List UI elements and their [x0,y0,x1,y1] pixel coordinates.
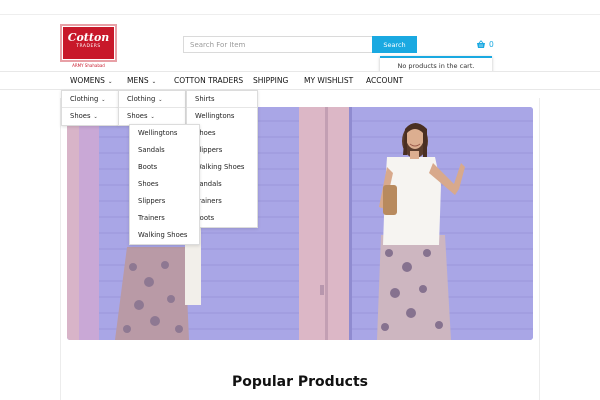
nav-item-womens[interactable]: WOMENS ⌄ [70,72,113,90]
menu-item-label: Clothing [70,95,99,103]
nav-item-account[interactable]: ACCOUNT [366,72,403,90]
cart-empty-message: No products in the cart. [397,62,475,70]
search-input[interactable] [183,36,373,53]
womens-dropdown-menu: Clothing ⌄ Shoes ⌄ [61,90,119,126]
chevron-down-icon: ⌄ [93,114,98,120]
menu-item-slippers[interactable]: Slippers [130,193,199,210]
nav-item-label: SHIPPING [253,76,289,85]
menu-item-mens-clothing[interactable]: Clothing ⌄ [119,91,185,108]
cart-count: 0 [489,39,494,49]
logo-brand-text: Cotton [67,31,110,44]
nav-item-label: COTTON TRADERS [174,76,244,85]
chevron-down-icon: ⌄ [107,79,113,85]
chevron-down-icon: ⌄ [158,97,163,103]
logo-caption: ARMY Shahabad [72,63,105,68]
menu-item-sandals[interactable]: Sandals [130,142,199,159]
chevron-down-icon: ⌄ [101,97,106,103]
shopping-basket-icon [477,39,485,48]
search-button[interactable]: Search [372,36,417,53]
nav-item-mens[interactable]: MENS ⌄ [127,72,156,90]
nav-item-label: ACCOUNT [366,76,404,85]
menu-item-label: Shoes [70,112,91,120]
nav-item-cotton-traders[interactable]: COTTON TRADERS [174,72,243,90]
top-bar [0,0,600,15]
menu-item-shoes[interactable]: Shoes [130,176,199,193]
nav-item-label: WOMENS [70,76,105,85]
menu-item-mens-shoes[interactable]: Shoes ⌄ [119,108,185,125]
menu-item-wellingtons[interactable]: Wellingtons [187,108,257,125]
logo-sub-text: TRADERS [76,44,101,49]
shoes-submenu: Wellingtons Sandals Boots Shoes Slippers… [129,124,200,245]
menu-item-trainers[interactable]: Trainers [130,210,199,227]
chevron-down-icon: ⌄ [150,114,155,120]
menu-item-label: Shoes [127,112,148,120]
page: Cotton TRADERS ARMY Shahabad Search 0 No… [0,0,600,400]
nav-item-shipping[interactable]: SHIPPING [253,72,288,90]
site-logo[interactable]: Cotton TRADERS [60,24,117,62]
menu-item-boots[interactable]: Boots [130,159,199,176]
menu-item-label: Clothing [127,95,156,103]
menu-item-womens-shoes[interactable]: Shoes ⌄ [62,108,118,125]
nav-item-label: MY WISHLIST [304,76,354,85]
main-nav: WOMENS ⌄ MENS ⌄ COTTON TRADERS SHIPPING MY… [0,71,600,90]
menu-item-wellingtons[interactable]: Wellingtons [130,125,199,142]
nav-item-label: MENS [127,76,149,85]
nav-item-my-wishlist[interactable]: MY WISHLIST [304,72,353,90]
popular-products-title: Popular Products [232,374,368,390]
menu-item-shirts[interactable]: Shirts [187,91,257,108]
chevron-down-icon: ⌄ [151,79,157,85]
mens-dropdown-menu: Clothing ⌄ Shoes ⌄ [118,90,186,126]
menu-item-womens-clothing[interactable]: Clothing ⌄ [62,91,118,108]
menu-item-walking-shoes[interactable]: Walking Shoes [130,227,199,244]
cart-button[interactable]: 0 [476,38,494,50]
